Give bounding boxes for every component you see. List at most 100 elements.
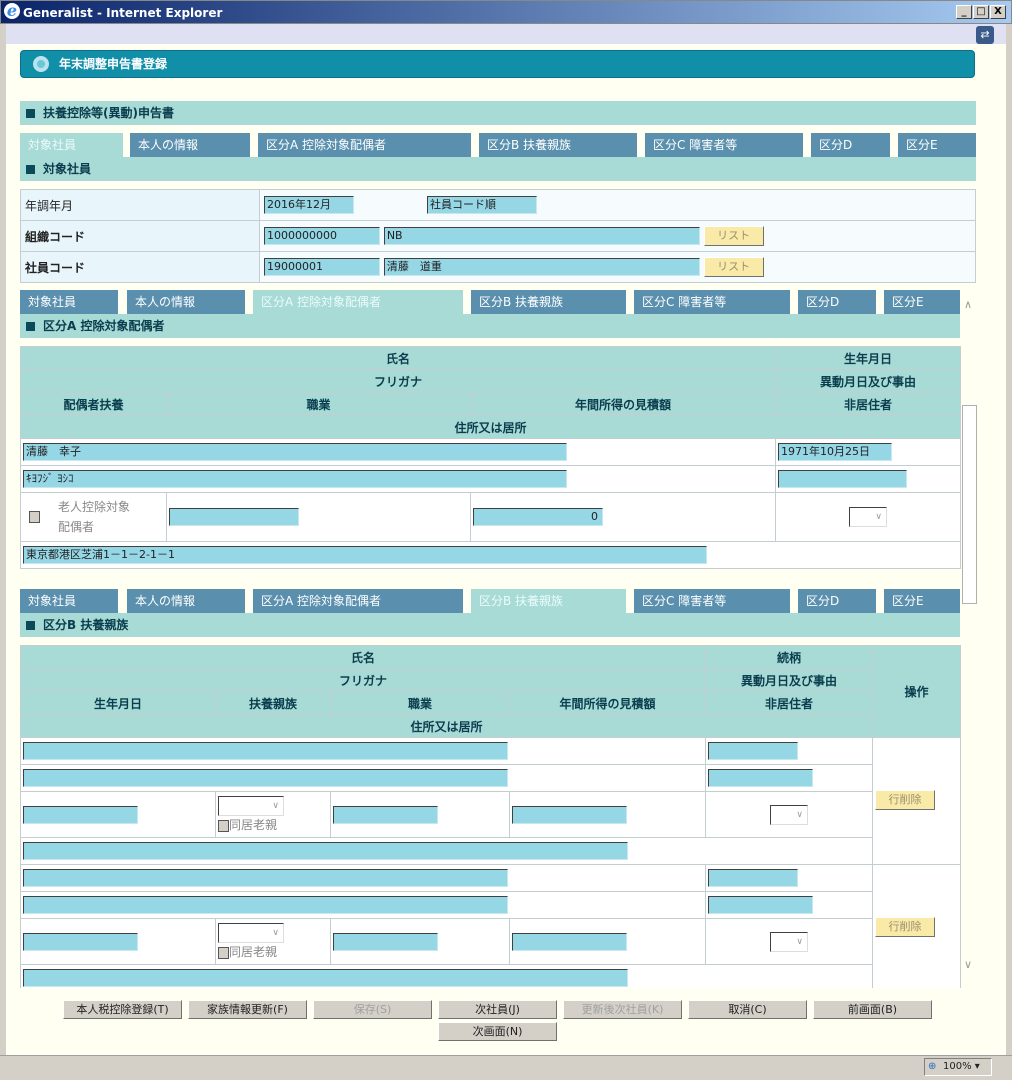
- tab-section-a[interactable]: 区分A 控除対象配偶者: [258, 133, 471, 157]
- col-operation: 操作: [872, 645, 961, 738]
- zoom-icon: ⊕: [928, 1061, 937, 1072]
- tab-section-a[interactable]: 区分A 控除対象配偶者: [253, 589, 463, 613]
- status-bar: [0, 1055, 1012, 1080]
- income-field[interactable]: [512, 805, 627, 824]
- tab-target-employee[interactable]: 対象社員: [20, 290, 118, 314]
- register-tax-deduction-button[interactable]: 本人税控除登録(T): [63, 1000, 182, 1019]
- dependent-name-field[interactable]: [23, 742, 508, 760]
- tab-section-e[interactable]: 区分E: [884, 290, 960, 314]
- tab-section-c[interactable]: 区分C 障害者等: [645, 133, 803, 157]
- spouse-name-field[interactable]: 清藤 幸子: [23, 443, 567, 461]
- page-content: 年末調整申告書登録 扶養控除等(異動)申告書 対象社員 本人の情報 区分A 控除…: [6, 44, 1006, 1055]
- spouse-birth-field[interactable]: 1971年10月25日: [778, 443, 893, 461]
- nonresident-select[interactable]: ∨: [770, 804, 809, 825]
- tab-target-employee[interactable]: 対象社員: [20, 589, 118, 613]
- tab-section-e[interactable]: 区分E: [898, 133, 976, 157]
- tab-section-b[interactable]: 区分B 扶養親族: [471, 589, 626, 613]
- relation-field[interactable]: [708, 742, 799, 760]
- sort-field[interactable]: 社員コード順: [427, 196, 537, 214]
- previous-screen-button[interactable]: 前画面(B): [813, 1000, 932, 1019]
- job-field[interactable]: [333, 932, 438, 951]
- delete-row-button[interactable]: 行削除: [875, 917, 936, 937]
- tab-bar-3: 対象社員 本人の情報 区分A 控除対象配偶者 区分B 扶養親族 区分C 障害者等…: [6, 589, 966, 613]
- tab-section-b[interactable]: 区分B 扶養親族: [471, 290, 626, 314]
- dependent-kana-field[interactable]: [23, 769, 508, 787]
- col-kana: フリガナ: [19, 369, 777, 393]
- job-field[interactable]: [333, 805, 438, 824]
- dependent-name-field[interactable]: [23, 869, 508, 887]
- emp-list-button[interactable]: リスト: [703, 257, 764, 277]
- next-employee-button[interactable]: 次社員(J): [438, 1000, 557, 1019]
- update-family-button[interactable]: 家族情報更新(F): [188, 1000, 307, 1019]
- dependent-kana-field[interactable]: [23, 896, 508, 914]
- spouse-income-field[interactable]: 0: [473, 508, 603, 526]
- tab-target-employee[interactable]: 対象社員: [20, 133, 123, 157]
- birth-field[interactable]: [23, 805, 138, 824]
- cancel-button[interactable]: 取消(C): [688, 1000, 807, 1019]
- col-change: 異動月日及び事由: [705, 668, 874, 692]
- cohabit-checkbox[interactable]: [218, 819, 229, 832]
- tab-personal-info[interactable]: 本人の情報: [130, 133, 250, 157]
- col-relation: 続柄: [705, 645, 874, 669]
- minimize-button[interactable]: _: [956, 5, 972, 19]
- address-field[interactable]: [23, 969, 628, 987]
- window-title: Generalist - Internet Explorer: [23, 6, 223, 20]
- tab-section-c[interactable]: 区分C 障害者等: [634, 589, 790, 613]
- tab-section-e[interactable]: 区分E: [884, 589, 960, 613]
- spouse-address-field[interactable]: 東京都港区芝浦1－1－2-1－1: [23, 546, 707, 564]
- target-form: 年調年月 2016年12月 社員コード順 組織コード 1000000000 NB …: [20, 189, 976, 283]
- delete-row-button[interactable]: 行削除: [875, 790, 936, 810]
- save-button[interactable]: 保存(S): [313, 1000, 432, 1019]
- relation-field[interactable]: [708, 869, 799, 887]
- address-field[interactable]: [23, 842, 628, 860]
- income-field[interactable]: [512, 932, 627, 951]
- section-a-heading-text: 区分A 控除対象配偶者: [43, 319, 165, 333]
- spouse-job-field[interactable]: [169, 508, 299, 526]
- next-screen-button[interactable]: 次画面(N): [438, 1022, 557, 1041]
- year-field[interactable]: 2016年12月: [264, 196, 354, 214]
- tab-section-d[interactable]: 区分D: [798, 290, 876, 314]
- tab-section-a[interactable]: 区分A 控除対象配偶者: [253, 290, 463, 314]
- tab-section-d[interactable]: 区分D: [798, 589, 876, 613]
- change-field[interactable]: [708, 896, 814, 914]
- org-label: 組織コード: [20, 220, 260, 252]
- dependent-select[interactable]: ∨: [218, 923, 284, 943]
- cohabit-checkbox[interactable]: [218, 946, 229, 959]
- dependent-select[interactable]: ∨: [218, 796, 284, 816]
- col-income: 年間所得の見積額: [469, 392, 777, 416]
- nonresident-select[interactable]: ∨: [849, 507, 888, 527]
- tab-section-d[interactable]: 区分D: [811, 133, 890, 157]
- spouse-change-field[interactable]: [778, 470, 908, 488]
- nonresident-select[interactable]: ∨: [770, 931, 809, 952]
- section-b-table: 氏名 続柄 操作 フリガナ 異動月日及び事由 生年月日 扶養親族 職業 年間所得の見積額 非居…: [20, 645, 961, 988]
- org-code-field[interactable]: 1000000000: [264, 227, 380, 245]
- org-list-button[interactable]: リスト: [703, 226, 764, 246]
- compatibility-view-icon[interactable]: ⇄: [976, 26, 994, 44]
- form-title: 扶養控除等(異動)申告書: [43, 106, 174, 120]
- section-b-heading-text: 区分B 扶養親族: [43, 618, 129, 632]
- maximize-button[interactable]: □: [973, 5, 989, 19]
- cohabit-label: 同居老親: [229, 945, 278, 959]
- section-b-scroll: 氏名 続柄 操作 フリガナ 異動月日及び事由 生年月日 扶養親族 職業 年間所得の見積額 非居…: [20, 645, 962, 988]
- emp-code-field[interactable]: 19000001: [264, 258, 380, 276]
- close-button[interactable]: X: [990, 5, 1006, 19]
- tab-section-c[interactable]: 区分C 障害者等: [634, 290, 790, 314]
- tab-personal-info[interactable]: 本人の情報: [127, 290, 245, 314]
- target-heading-text: 対象社員: [43, 162, 92, 176]
- scrollbar-thumb[interactable]: [962, 405, 977, 604]
- org-name-field[interactable]: NB: [383, 227, 700, 245]
- col-job: 職業: [166, 392, 471, 416]
- update-next-employee-button[interactable]: 更新後次社員(K): [563, 1000, 682, 1019]
- emp-name-field[interactable]: 清藤 道重: [383, 258, 700, 276]
- tab-personal-info[interactable]: 本人の情報: [127, 589, 245, 613]
- change-field[interactable]: [708, 769, 814, 787]
- spouse-kana-field[interactable]: ｷﾖﾌｼﾞ ﾖｼｺ: [23, 470, 567, 488]
- zoom-control[interactable]: ⊕ 100% ▾: [924, 1058, 992, 1076]
- tab-bar-2: 対象社員 本人の情報 区分A 控除対象配偶者 区分B 扶養親族 区分C 障害者等…: [6, 290, 966, 314]
- birth-field[interactable]: [23, 932, 138, 951]
- tab-section-b[interactable]: 区分B 扶養親族: [479, 133, 637, 157]
- emp-label: 社員コード: [20, 251, 260, 283]
- elderly-spouse-checkbox[interactable]: [29, 511, 40, 523]
- ie-logo-icon: e: [4, 3, 20, 19]
- scroll-down-icon[interactable]: ∨: [964, 958, 972, 971]
